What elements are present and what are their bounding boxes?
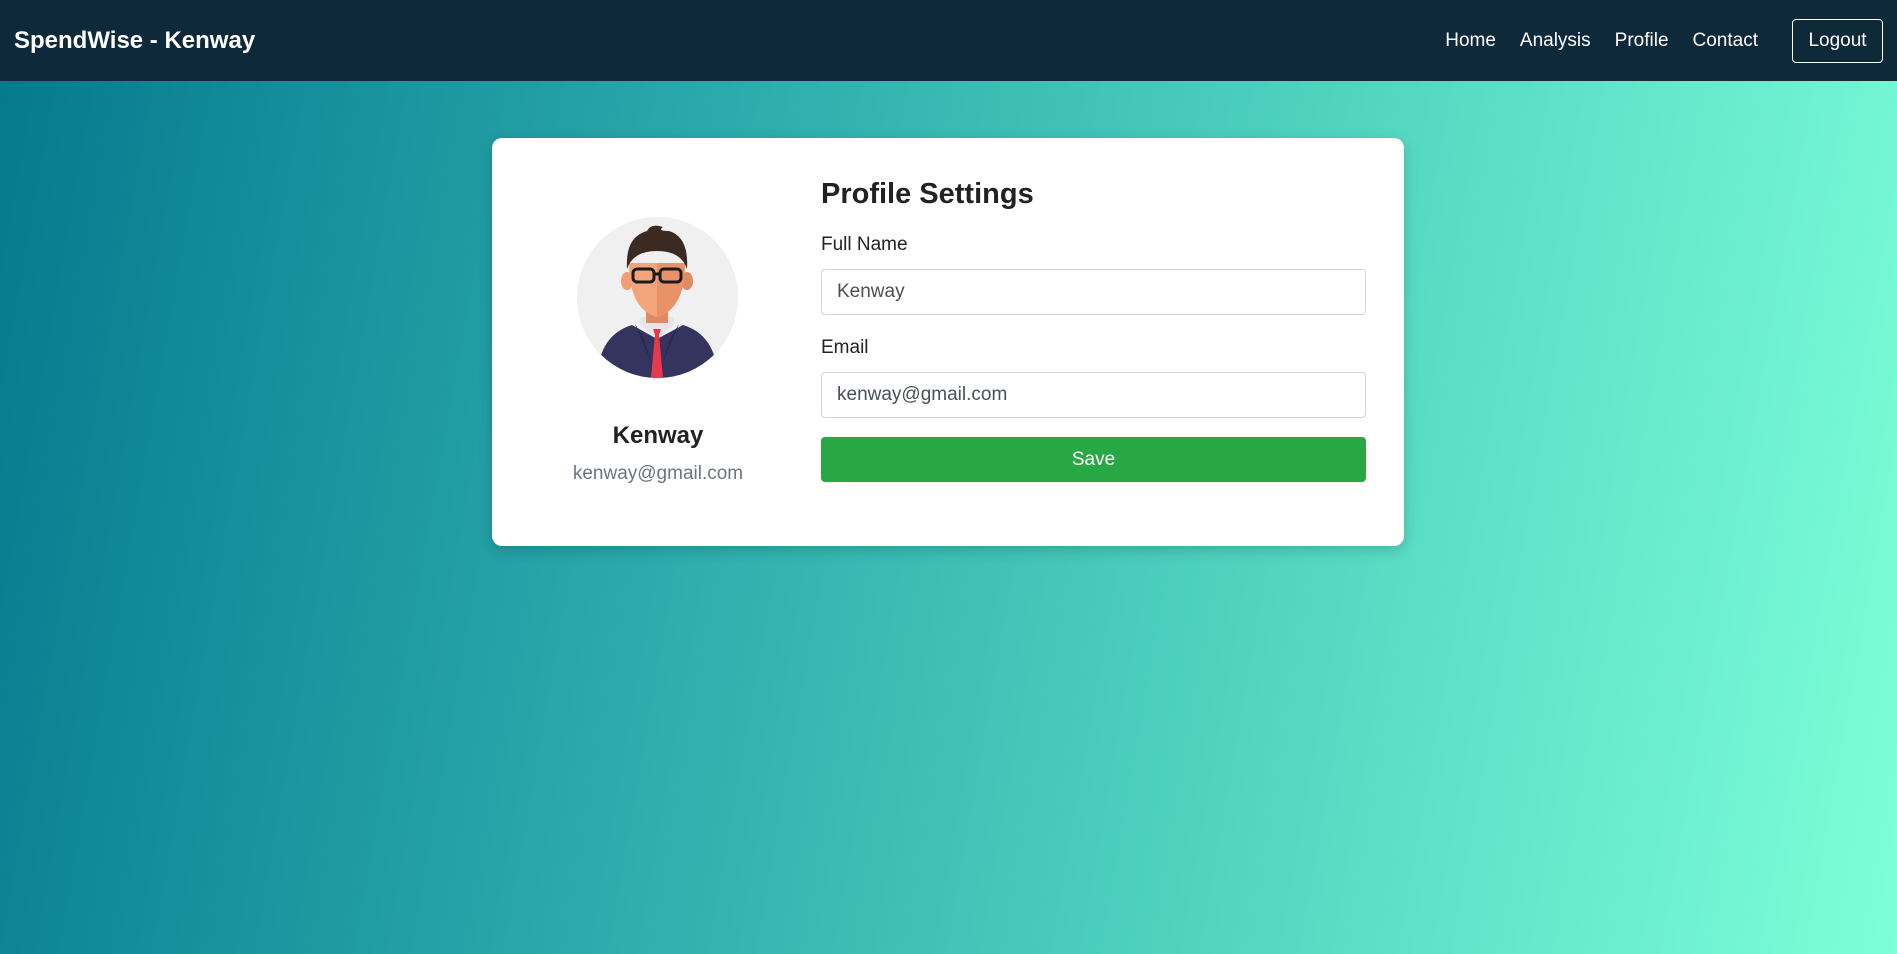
- profile-email: kenway@gmail.com: [572, 463, 744, 484]
- top-navbar: SpendWise - Kenway Home Analysis Profile…: [0, 0, 1897, 81]
- nav-link-analysis[interactable]: Analysis: [1520, 30, 1591, 52]
- brand-title[interactable]: SpendWise - Kenway: [14, 27, 255, 55]
- email-input[interactable]: [821, 372, 1366, 418]
- nav-links: Home Analysis Profile Contact Logout: [1421, 0, 1883, 81]
- avatar-person-icon: [577, 217, 738, 378]
- full-name-label: Full Name: [821, 234, 908, 255]
- logout-button[interactable]: Logout: [1792, 18, 1883, 63]
- page-title: Profile Settings: [821, 178, 1034, 210]
- nav-link-profile[interactable]: Profile: [1615, 30, 1669, 52]
- profile-card: Kenway kenway@gmail.com Profile Settings…: [492, 138, 1404, 546]
- nav-link-contact[interactable]: Contact: [1693, 30, 1758, 52]
- save-button[interactable]: Save: [821, 437, 1366, 482]
- avatar: [577, 217, 738, 378]
- nav-link-home[interactable]: Home: [1445, 30, 1496, 52]
- profile-name: Kenway: [612, 422, 704, 449]
- full-name-input[interactable]: [821, 269, 1366, 315]
- email-label: Email: [821, 337, 869, 358]
